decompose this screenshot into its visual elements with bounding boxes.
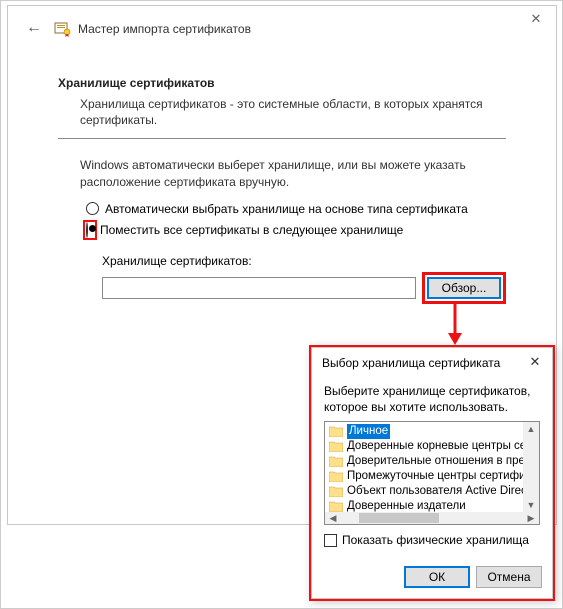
close-icon[interactable]: ✕ xyxy=(526,354,544,372)
back-arrow-icon[interactable]: ← xyxy=(26,20,44,38)
checkbox-icon xyxy=(324,534,337,547)
show-physical-checkbox[interactable]: Показать физические хранилища xyxy=(312,525,552,547)
wizard-titlebar: ← Мастер импорта сертификатов xyxy=(8,6,556,46)
browse-button[interactable]: Обзор... xyxy=(427,277,501,299)
instruction-text: Windows автоматически выберет хранилище,… xyxy=(58,157,506,201)
popup-button-row: ОК Отмена xyxy=(404,566,542,588)
store-row: Обзор... xyxy=(58,272,506,304)
store-field-label: Хранилище сертификатов: xyxy=(58,244,506,272)
popup-instruction: Выберите хранилище сертификатов, которое… xyxy=(312,376,552,421)
tree-item-ad-user[interactable]: Объект пользователя Active Directory xyxy=(327,484,537,499)
radio-group: Автоматически выбрать хранилище на основ… xyxy=(58,202,506,240)
tree-item-label: Промежуточные центры сертификации xyxy=(347,469,540,484)
scroll-left-icon[interactable]: ◀ xyxy=(325,511,341,525)
divider xyxy=(58,138,506,139)
radio-auto-select[interactable]: Автоматически выбрать хранилище на основ… xyxy=(86,202,506,216)
folder-icon xyxy=(329,441,343,452)
scroll-right-icon[interactable]: ▶ xyxy=(523,511,539,525)
folder-icon xyxy=(329,426,343,437)
folder-icon xyxy=(329,486,343,497)
section-description: Хранилища сертификатов - это системные о… xyxy=(58,96,506,134)
tree-item-enterprise-trust[interactable]: Доверительные отношения в предприяти xyxy=(327,454,537,469)
ok-button[interactable]: ОК xyxy=(404,566,470,588)
folder-icon xyxy=(329,471,343,482)
scroll-thumb[interactable] xyxy=(359,513,439,523)
radio-icon xyxy=(86,222,88,238)
radio-place-all[interactable]: Поместить все сертификаты в следующее хр… xyxy=(86,220,506,240)
select-store-dialog: Выбор хранилища сертификата ✕ Выберите х… xyxy=(309,345,555,601)
wizard-body: Хранилище сертификатов Хранилища сертифи… xyxy=(8,46,556,314)
radio-label: Поместить все сертификаты в следующее хр… xyxy=(100,223,403,237)
scrollbar-horizontal[interactable]: ◀ ▶ xyxy=(325,512,539,524)
store-tree: Личное Доверенные корневые центры сертиф… xyxy=(324,421,540,525)
tree-item-trusted-root[interactable]: Доверенные корневые центры сертифика xyxy=(327,439,537,454)
tree-item-personal[interactable]: Личное xyxy=(327,424,537,439)
tree-item-label: Доверенные корневые центры сертифика xyxy=(347,439,540,454)
checkbox-label: Показать физические хранилища xyxy=(342,533,529,547)
tree-list: Личное Доверенные корневые центры сертиф… xyxy=(325,422,539,516)
certificate-icon xyxy=(54,20,72,38)
radio-label: Автоматически выбрать хранилище на основ… xyxy=(105,202,468,216)
close-icon[interactable]: ✕ xyxy=(526,10,546,30)
wizard-title: Мастер импорта сертификатов xyxy=(78,22,251,36)
scroll-up-icon[interactable]: ▲ xyxy=(523,422,539,436)
tree-item-intermediate[interactable]: Промежуточные центры сертификации xyxy=(327,469,537,484)
highlight-box: Обзор... xyxy=(422,272,506,304)
radio-icon xyxy=(86,202,99,215)
cancel-button[interactable]: Отмена xyxy=(476,566,542,588)
popup-title: Выбор хранилища сертификата xyxy=(322,356,500,370)
scrollbar-vertical[interactable]: ▲ ▼ xyxy=(523,422,539,512)
store-input[interactable] xyxy=(102,277,416,299)
tree-item-label: Доверительные отношения в предприяти xyxy=(347,454,540,469)
section-heading: Хранилище сертификатов xyxy=(58,76,506,90)
highlight-box xyxy=(83,220,97,240)
tree-item-label: Объект пользователя Active Directory xyxy=(347,484,540,499)
folder-icon xyxy=(329,456,343,467)
popup-titlebar: Выбор хранилища сертификата ✕ xyxy=(312,348,552,376)
scroll-down-icon[interactable]: ▼ xyxy=(523,498,539,512)
tree-item-label: Личное xyxy=(347,424,390,439)
